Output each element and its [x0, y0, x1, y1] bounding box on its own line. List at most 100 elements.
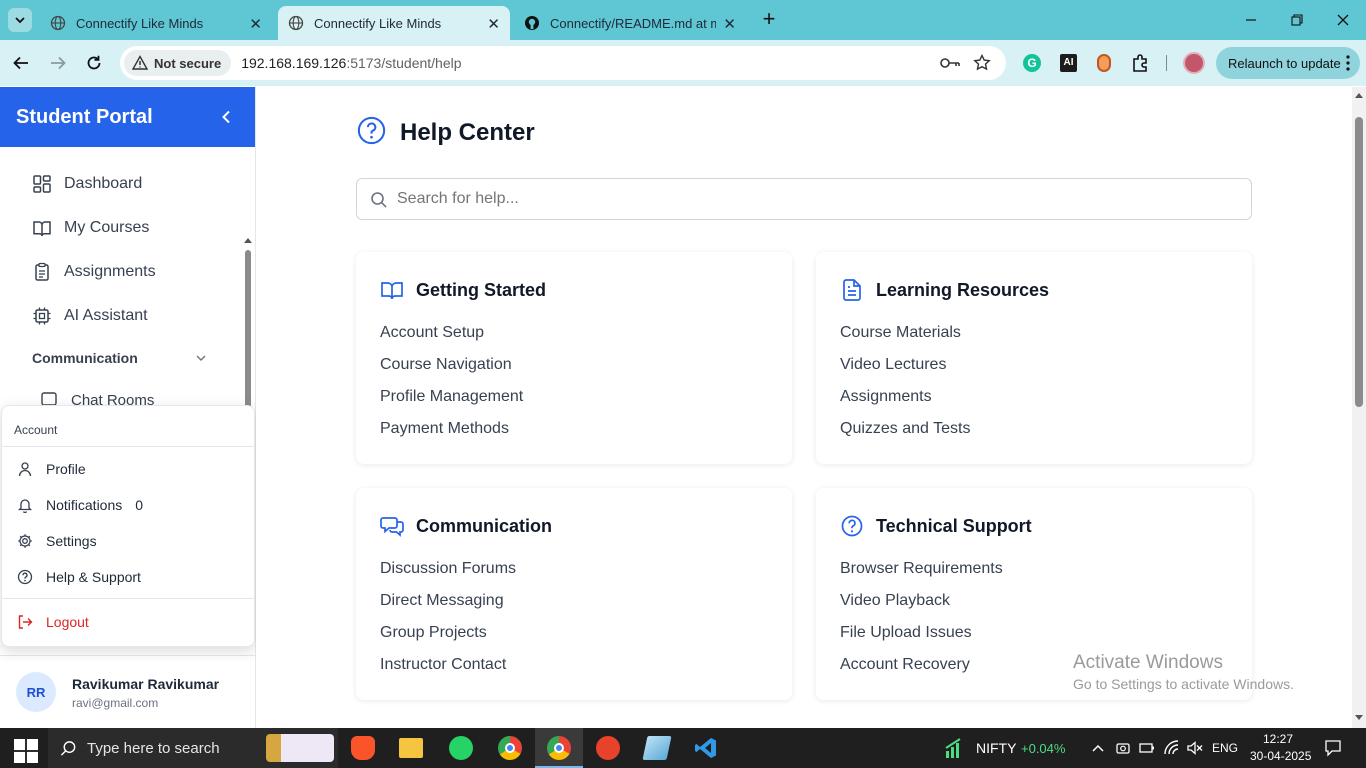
adobe-extension-icon[interactable]: AI: [1060, 54, 1077, 72]
chrome-icon[interactable]: [547, 736, 571, 760]
scroll-up-arrow-icon[interactable]: [1355, 92, 1363, 98]
card-header: Getting Started: [380, 278, 546, 302]
help-circle-icon: [357, 116, 386, 145]
stock-name[interactable]: NIFTY: [976, 740, 1016, 756]
grammarly-extension-icon[interactable]: G: [1023, 54, 1041, 72]
brave-browser-icon[interactable]: [351, 736, 375, 760]
help-search-field[interactable]: [356, 178, 1252, 220]
more-vertical-icon[interactable]: [1346, 55, 1350, 71]
notepad-icon[interactable]: [642, 736, 672, 760]
menu-item-profile[interactable]: Profile: [17, 461, 86, 477]
clock-date[interactable]: 30-04-2025: [1250, 749, 1311, 763]
menu-divider: [2, 446, 254, 447]
menu-item-settings[interactable]: Settings: [17, 533, 97, 549]
page-scrollbar[interactable]: [1352, 87, 1366, 728]
minimize-button[interactable]: [1228, 0, 1274, 40]
help-link[interactable]: Group Projects: [380, 624, 487, 642]
relaunch-button[interactable]: Relaunch to update: [1216, 47, 1360, 79]
tab-close-icon[interactable]: ✕: [487, 15, 500, 33]
forward-arrow-icon[interactable]: [49, 54, 67, 72]
tab-title: Connectify/README.md at mai: [550, 15, 716, 31]
battery-icon[interactable]: [1139, 741, 1155, 755]
close-window-button[interactable]: [1320, 0, 1366, 40]
extension-fox-icon[interactable]: [1097, 54, 1111, 72]
scroll-up-arrow-icon[interactable]: [244, 237, 252, 243]
sidebar-item-assignments[interactable]: Assignments: [32, 262, 156, 282]
help-link[interactable]: Browser Requirements: [840, 560, 1003, 578]
card-header: Communication: [380, 514, 552, 538]
chevron-up-icon[interactable]: [1092, 743, 1104, 753]
help-search-input[interactable]: [397, 187, 1217, 211]
menu-item-label: Help & Support: [46, 569, 141, 585]
taskbar-search-placeholder: Type here to search: [87, 739, 220, 757]
menu-item-label: Notifications: [46, 497, 123, 513]
tab-search-button[interactable]: [8, 8, 32, 32]
language-indicator[interactable]: ENG: [1212, 741, 1238, 755]
help-link[interactable]: Instructor Contact: [380, 656, 506, 674]
chevron-left-icon[interactable]: [220, 110, 232, 124]
help-link[interactable]: Course Navigation: [380, 356, 512, 374]
whatsapp-icon[interactable]: [449, 736, 473, 760]
notification-center-icon[interactable]: [1324, 739, 1342, 757]
toolbar-divider: [1166, 55, 1167, 71]
user-avatar[interactable]: RR: [16, 672, 56, 712]
chrome-icon[interactable]: [498, 736, 522, 760]
address-bar[interactable]: Not secure 192.168.169.126:5173/student/…: [120, 46, 1006, 80]
sidebar-section-communication[interactable]: Communication: [32, 350, 212, 368]
sidebar-item-my-courses[interactable]: My Courses: [32, 218, 149, 238]
tab-close-icon[interactable]: ✕: [723, 15, 736, 33]
profile-avatar-icon[interactable]: [1183, 52, 1205, 74]
new-tab-button[interactable]: +: [758, 8, 780, 32]
sidebar-header: Student Portal: [0, 87, 255, 147]
gear-icon: [18, 534, 32, 548]
cpu-icon: [33, 307, 51, 325]
wps-office-icon[interactable]: [596, 736, 620, 760]
reload-icon[interactable]: [85, 54, 103, 72]
help-link[interactable]: File Upload Issues: [840, 624, 972, 642]
clock-time[interactable]: 12:27: [1263, 732, 1293, 746]
help-link[interactable]: Payment Methods: [380, 420, 509, 438]
stock-change: +0.04%: [1021, 741, 1066, 756]
scroll-down-arrow-icon[interactable]: [1355, 715, 1363, 721]
help-link[interactable]: Account Recovery: [840, 656, 970, 674]
help-link[interactable]: Quizzes and Tests: [840, 420, 970, 438]
help-link[interactable]: Video Playback: [840, 592, 950, 610]
file-explorer-icon[interactable]: [399, 738, 423, 758]
menu-item-help-support[interactable]: Help & Support: [17, 569, 141, 585]
scrollbar-thumb[interactable]: [1355, 117, 1363, 407]
key-icon[interactable]: [940, 54, 960, 72]
sidebar-item-ai-assistant[interactable]: AI Assistant: [32, 306, 148, 326]
account-menu: Account Profile Notifications 0 Settings…: [1, 405, 255, 647]
restore-button[interactable]: [1274, 0, 1320, 40]
section-label: Communication: [32, 350, 138, 366]
help-link[interactable]: Discussion Forums: [380, 560, 516, 578]
help-link[interactable]: Direct Messaging: [380, 592, 504, 610]
vscode-icon[interactable]: [694, 736, 718, 760]
help-link[interactable]: Account Setup: [380, 324, 484, 342]
close-icon: [1337, 14, 1349, 26]
browser-tab[interactable]: Connectify Like Minds ✕: [40, 6, 272, 40]
back-arrow-icon[interactable]: [12, 54, 30, 72]
puzzle-extensions-icon[interactable]: [1131, 53, 1151, 73]
menu-item-logout[interactable]: Logout: [17, 614, 89, 630]
camera-icon[interactable]: [1116, 741, 1130, 755]
help-link[interactable]: Course Materials: [840, 324, 961, 342]
windows-start-icon[interactable]: [14, 739, 38, 763]
help-link[interactable]: Profile Management: [380, 388, 523, 406]
taskbar-search-box[interactable]: Type here to search: [48, 728, 338, 768]
url-text[interactable]: 192.168.169.126:5173/student/help: [241, 55, 461, 71]
volume-muted-icon[interactable]: [1187, 740, 1203, 756]
browser-tab[interactable]: Connectify/README.md at mai ✕: [514, 6, 746, 40]
not-secure-chip[interactable]: Not secure: [124, 50, 232, 76]
book-open-icon: [381, 282, 403, 300]
sidebar-item-dashboard[interactable]: Dashboard: [32, 174, 142, 194]
tab-close-icon[interactable]: ✕: [249, 15, 262, 33]
chat-bubbles-icon: [380, 517, 404, 537]
user-name: Ravikumar Ravikumar: [72, 676, 220, 692]
star-icon[interactable]: [973, 54, 991, 72]
menu-item-notifications[interactable]: Notifications 0: [17, 497, 143, 513]
help-link[interactable]: Assignments: [840, 388, 932, 406]
help-link[interactable]: Video Lectures: [840, 356, 946, 374]
browser-tab-active[interactable]: Connectify Like Minds ✕: [278, 6, 510, 40]
wifi-icon[interactable]: [1164, 740, 1180, 756]
